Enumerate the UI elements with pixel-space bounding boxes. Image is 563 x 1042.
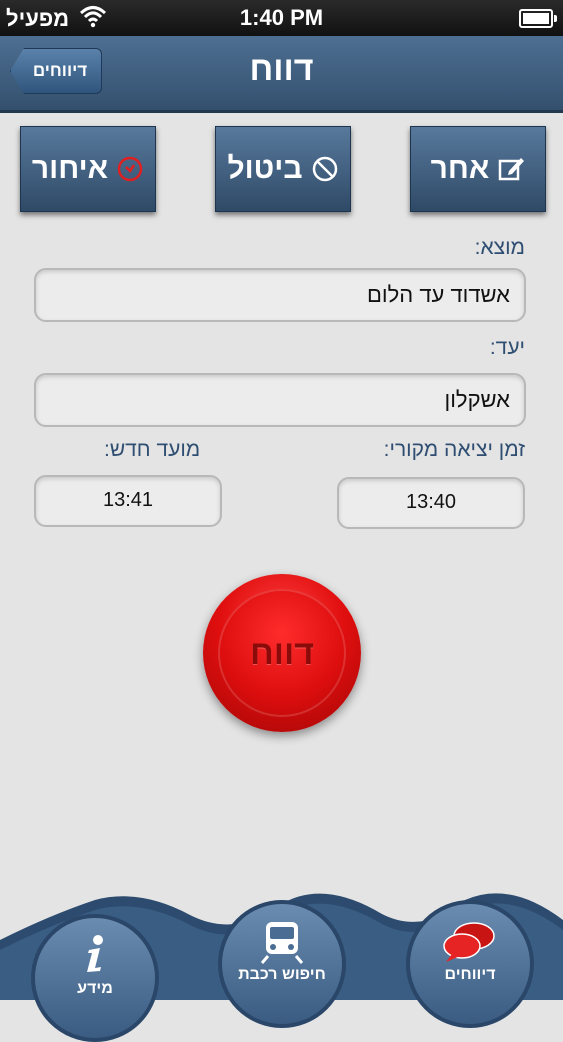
page-title: דווח (249, 50, 314, 88)
info-icon (87, 935, 103, 972)
origin-label: מוצא: (474, 236, 525, 259)
edit-icon (499, 158, 525, 181)
delay-label: איחור (31, 152, 109, 185)
original-time-field[interactable]: 13:40 (337, 477, 525, 529)
chat-bubbles-icon (443, 922, 495, 962)
navigation-bar: דיווחים דווח (0, 36, 563, 113)
destination-label: יעד: (489, 336, 525, 359)
destination-field[interactable]: אשקלון (34, 373, 526, 427)
clock-icon (117, 156, 143, 182)
origin-value: אשדוד עד הלום (367, 282, 510, 307)
original-time-value: 13:40 (405, 491, 457, 513)
cancel-icon (312, 156, 337, 182)
destination-value: אשקלון (444, 387, 511, 412)
battery-icon (519, 9, 557, 28)
delay-button[interactable]: איחור (20, 126, 156, 212)
new-time-label: מועד חדש: (104, 438, 201, 461)
origin-field[interactable]: אשדוד עד הלום (34, 268, 526, 322)
tab-info-label: מידע (77, 980, 113, 997)
other-label: אחר (430, 152, 490, 185)
report-button-label: דווח (218, 589, 346, 717)
status-bar: מפעיל 1:40 PM (0, 0, 563, 36)
report-button[interactable]: דווח (203, 574, 361, 732)
clock-time: 1:40 PM (239, 5, 324, 30)
cancel-button[interactable]: ביטול (215, 126, 351, 212)
tab-info[interactable]: מידע (31, 914, 159, 1042)
new-time-value: 13:41 (102, 489, 154, 511)
tab-train-search-label: חיפוש רכבת (238, 966, 326, 983)
original-time-label: זמן יציאה מקורי: (383, 438, 525, 461)
train-icon (260, 922, 304, 964)
tab-reports-label: דיווחים (444, 966, 496, 983)
new-time-field[interactable]: 13:41 (34, 475, 222, 527)
tab-reports[interactable]: דיווחים (406, 900, 534, 1028)
cancel-label: ביטול (227, 152, 303, 185)
other-button[interactable]: אחר (410, 126, 546, 212)
tab-train-search[interactable]: חיפוש רכבת (218, 900, 346, 1028)
